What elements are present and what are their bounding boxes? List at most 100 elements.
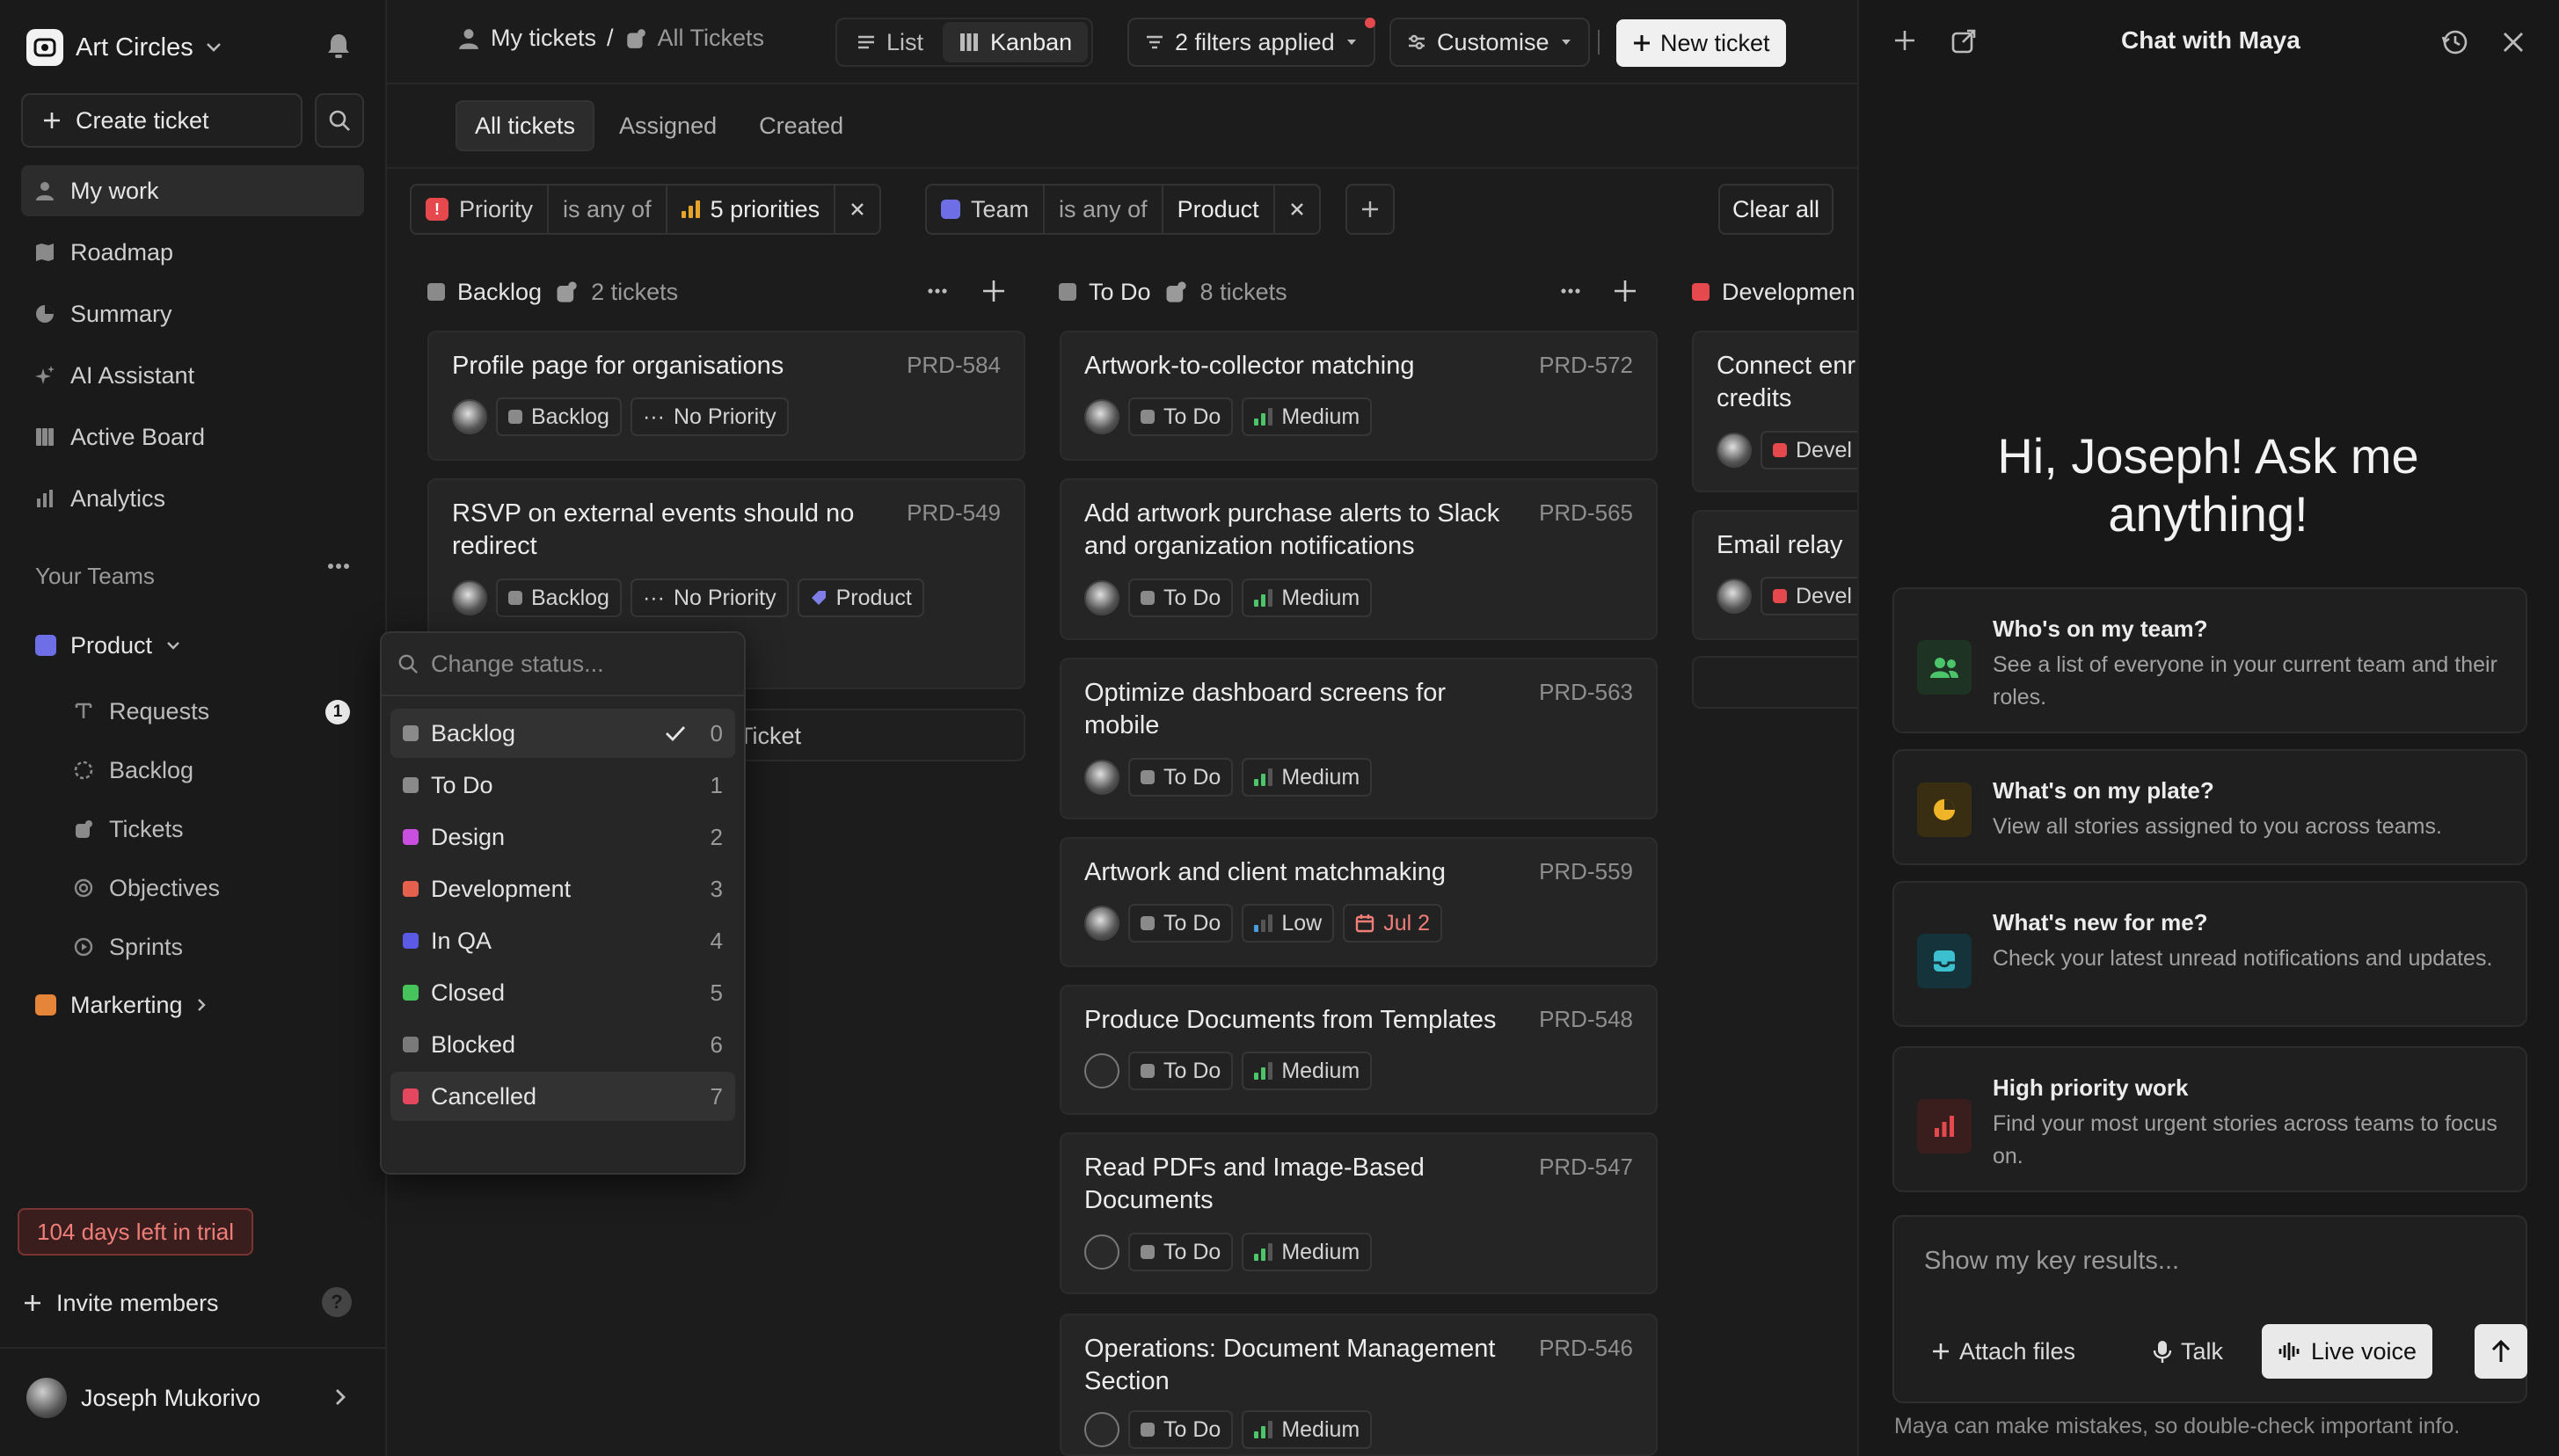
ticket-card[interactable]: Profile page for organisations PRD-584 B…	[427, 331, 1025, 461]
avatar[interactable]	[1084, 399, 1119, 434]
priority-chip[interactable]: Medium	[1242, 397, 1373, 436]
status-chip[interactable]: Devel	[1761, 431, 1857, 470]
priority-chip[interactable]: Medium	[1242, 1410, 1373, 1449]
bell-icon[interactable]	[325, 32, 352, 60]
history-icon[interactable]	[2441, 28, 2469, 56]
more-icon[interactable]	[1560, 278, 1581, 304]
breadcrumb-root[interactable]: My tickets	[491, 25, 596, 52]
nav-analytics[interactable]: Analytics	[21, 473, 364, 524]
avatar[interactable]	[1084, 906, 1119, 941]
ticket-card[interactable]: Artwork-to-collector matching PRD-572 To…	[1060, 331, 1658, 461]
remove-filter-button[interactable]	[1275, 186, 1319, 233]
workspace-switcher[interactable]: Art Circles	[26, 28, 222, 67]
chat-input-placeholder[interactable]: Show my key results...	[1924, 1247, 2179, 1276]
priority-chip[interactable]: ··· No Priority	[630, 397, 789, 436]
more-icon[interactable]	[927, 278, 948, 304]
attach-files-button[interactable]: Attach files	[1915, 1324, 2091, 1379]
tab-all-tickets[interactable]: All tickets	[456, 100, 595, 151]
avatar[interactable]	[1717, 579, 1752, 614]
ticket-card[interactable]: Produce Documents from Templates PRD-548…	[1060, 985, 1658, 1115]
nav-roadmap[interactable]: Roadmap	[21, 227, 364, 278]
status-chip[interactable]: To Do	[1128, 1410, 1234, 1449]
team-markerting[interactable]: Markerting	[35, 983, 206, 1027]
ticket-card[interactable]: Add artwork purchase alerts to Slack and…	[1060, 478, 1658, 640]
avatar[interactable]	[1717, 433, 1752, 468]
unassigned-avatar[interactable]	[1084, 1234, 1119, 1270]
talk-button[interactable]: Talk	[2137, 1324, 2239, 1379]
avatar[interactable]	[452, 580, 487, 615]
tag-chip[interactable]: Product	[797, 579, 924, 617]
tab-created[interactable]: Created	[741, 100, 861, 151]
customise-button[interactable]: Customise	[1389, 18, 1590, 67]
new-ticket-button[interactable]: New ticket	[1616, 19, 1786, 67]
status-option-development[interactable]: Development 3	[390, 864, 735, 914]
ticket-card[interactable]: Optimize dashboard screens for mobile PR…	[1060, 658, 1658, 819]
sidebar-item-backlog[interactable]: Backlog	[72, 748, 193, 792]
filter-field[interactable]: ! Priority	[412, 186, 550, 233]
new-ticket-row[interactable]	[1692, 656, 1857, 709]
kanban-view-button[interactable]: Kanban	[943, 22, 1089, 62]
sidebar-item-sprints[interactable]: Sprints	[72, 925, 183, 969]
user-menu[interactable]: Joseph Mukorivo	[26, 1377, 260, 1419]
more-icon[interactable]	[327, 563, 350, 570]
status-option-cancelled[interactable]: Cancelled 7	[390, 1072, 735, 1121]
add-card-button[interactable]	[1613, 278, 1637, 304]
close-icon[interactable]	[2501, 30, 2526, 55]
chat-composer[interactable]: Show my key results... Attach files Talk…	[1892, 1215, 2527, 1403]
priority-chip[interactable]: Medium	[1242, 1052, 1373, 1090]
sidebar-item-objectives[interactable]: Objectives	[72, 866, 220, 910]
search-button[interactable]	[315, 93, 364, 148]
suggestion-team[interactable]: Who's on my team? See a list of everyone…	[1892, 587, 2527, 733]
status-chip[interactable]: To Do	[1128, 758, 1234, 797]
avatar[interactable]	[452, 399, 487, 434]
suggestion-new[interactable]: What's new for me? Check your latest unr…	[1892, 881, 2527, 1027]
filters-button[interactable]: 2 filters applied	[1127, 18, 1375, 67]
priority-chip[interactable]: Medium	[1242, 1233, 1373, 1271]
unassigned-avatar[interactable]	[1084, 1053, 1119, 1088]
team-filter[interactable]: Team is any of Product	[925, 184, 1321, 235]
filter-value[interactable]: Product	[1163, 186, 1275, 233]
filter-field[interactable]: Team	[927, 186, 1046, 233]
send-button[interactable]	[2475, 1324, 2527, 1379]
tab-assigned[interactable]: Assigned	[601, 100, 734, 151]
status-chip[interactable]: To Do	[1128, 1052, 1234, 1090]
trial-badge[interactable]: 104 days left in trial	[18, 1208, 254, 1256]
filter-operator[interactable]: is any of	[1045, 186, 1163, 233]
status-search-input[interactable]: Change status...	[382, 633, 744, 696]
help-icon[interactable]: ?	[322, 1287, 352, 1317]
new-chat-icon[interactable]	[1892, 28, 1917, 53]
live-voice-button[interactable]: Live voice	[2262, 1324, 2433, 1379]
due-date-chip[interactable]: Jul 2	[1343, 904, 1442, 943]
status-chip[interactable]: To Do	[1128, 397, 1234, 436]
ticket-card[interactable]: Read PDFs and Image-Based Documents PRD-…	[1060, 1132, 1658, 1294]
nav-my-work[interactable]: My work	[21, 165, 364, 216]
filter-value[interactable]: 5 priorities	[667, 186, 836, 233]
filter-operator[interactable]: is any of	[549, 186, 667, 233]
status-option-backlog[interactable]: Backlog 0	[390, 709, 735, 758]
nav-summary[interactable]: Summary	[21, 288, 364, 339]
sidebar-item-tickets[interactable]: Tickets	[72, 807, 184, 851]
ticket-card[interactable]: Operations: Document Management Section …	[1060, 1314, 1658, 1456]
nav-ai-assistant[interactable]: AI Assistant	[21, 350, 364, 401]
status-option-blocked[interactable]: Blocked 6	[390, 1020, 735, 1069]
external-link-icon[interactable]	[1950, 28, 1977, 55]
chevron-right-icon[interactable]	[334, 1387, 346, 1407]
status-chip[interactable]: Devel	[1761, 577, 1857, 615]
suggestion-priority[interactable]: High priority work Find your most urgent…	[1892, 1046, 2527, 1192]
avatar[interactable]	[1084, 760, 1119, 795]
status-option-todo[interactable]: To Do 1	[390, 761, 735, 810]
ticket-card[interactable]: Connect enr credits Devel	[1692, 331, 1857, 492]
status-chip[interactable]: To Do	[1128, 904, 1234, 943]
status-chip[interactable]: To Do	[1128, 1233, 1234, 1271]
sidebar-item-requests[interactable]: Requests	[72, 689, 209, 733]
team-product[interactable]: Product	[35, 623, 180, 667]
status-option-in-qa[interactable]: In QA 4	[390, 916, 735, 965]
priority-filter[interactable]: ! Priority is any of 5 priorities	[410, 184, 882, 235]
create-ticket-button[interactable]: Create ticket	[21, 93, 303, 148]
clear-all-button[interactable]: Clear all	[1718, 184, 1834, 235]
unassigned-avatar[interactable]	[1084, 1412, 1119, 1447]
nav-active-board[interactable]: Active Board	[21, 411, 364, 462]
status-option-closed[interactable]: Closed 5	[390, 968, 735, 1017]
ticket-card[interactable]: Artwork and client matchmaking PRD-559 T…	[1060, 837, 1658, 967]
status-chip[interactable]: Backlog	[496, 397, 622, 436]
